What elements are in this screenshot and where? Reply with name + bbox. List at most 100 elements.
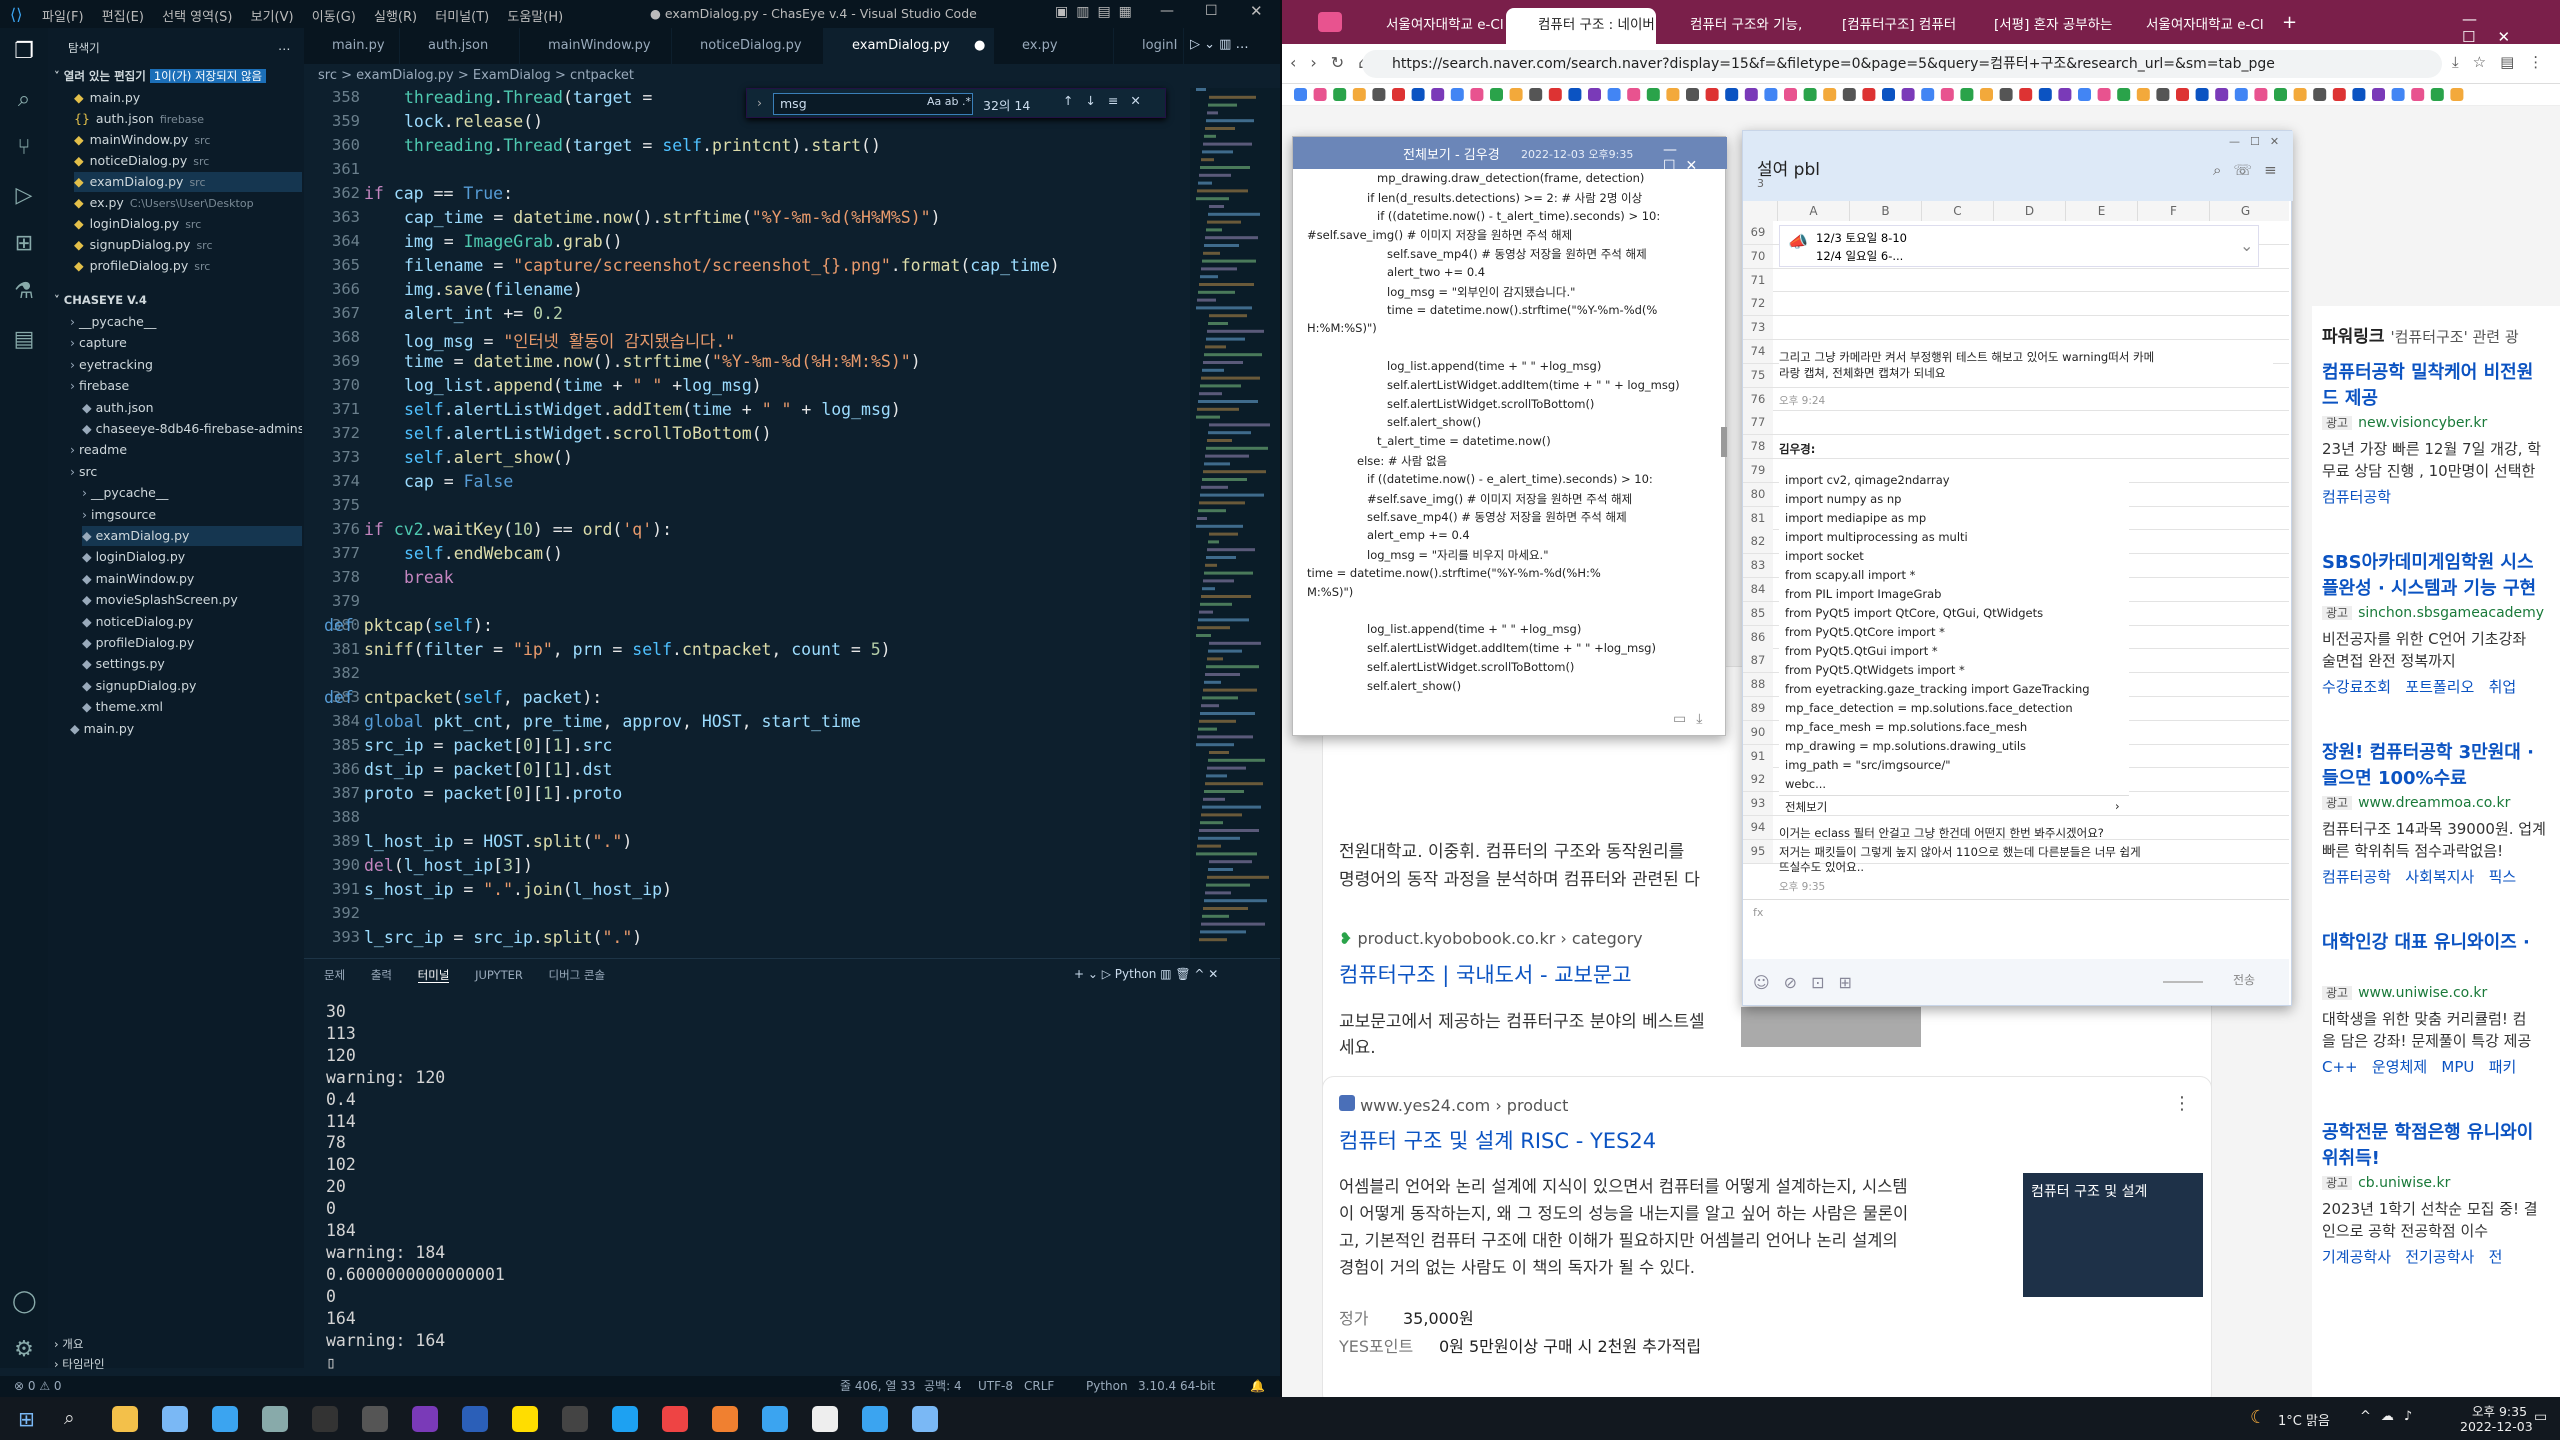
taskbar-app-icon[interactable] [712, 1406, 738, 1432]
open-editor-item[interactable]: ◆ noticeDialog.py src [74, 151, 302, 171]
bookmark-icon[interactable] [1705, 88, 1719, 101]
tab-jupyter[interactable]: JUPYTER [475, 968, 523, 982]
browser-profile-icon[interactable] [1318, 12, 1342, 32]
bookmark-icon[interactable] [1627, 88, 1641, 101]
taskbar-app-icon[interactable] [612, 1406, 638, 1432]
bookmark-icon[interactable] [2019, 88, 2033, 101]
bookmark-icon[interactable] [2117, 88, 2131, 101]
tree-item[interactable]: › imgsource [82, 505, 302, 525]
terminal-cursor[interactable]: ▯ [326, 1352, 505, 1374]
ad-title-2[interactable]: 플완성 · 시스템과 기능 구현 [2322, 574, 2536, 600]
start-icon[interactable]: ⊞ [18, 1407, 35, 1431]
browser-window-controls[interactable]: —☐✕ [2462, 10, 2560, 46]
fullview-content[interactable]: mp_drawing.draw_detection(frame, detecti… [1293, 171, 1713, 697]
account-icon[interactable]: ◯ [12, 1290, 37, 1314]
tab-main[interactable]: main.py [304, 28, 400, 64]
bookmark-icon[interactable] [2293, 88, 2307, 101]
minimize-icon[interactable]: — [1160, 3, 1174, 19]
bookmark-icon[interactable] [1548, 88, 1562, 101]
browser-tab-1[interactable]: 서울여자대학교 e-Cl [1354, 8, 1504, 44]
find-toggle-icon[interactable]: › [757, 95, 762, 110]
settings-gear-icon[interactable]: ⚙ [12, 1338, 36, 1362]
project-header[interactable]: ˅ CHASEYE V.4 [54, 290, 147, 310]
emoji-file-capture-icons[interactable]: ☺⊘⊡⊞ [1753, 973, 1866, 992]
bookmark-icon[interactable] [1686, 88, 1699, 101]
taskbar-app-icon[interactable] [912, 1406, 938, 1432]
taskbar-app-icon[interactable] [362, 1406, 388, 1432]
ad-links[interactable]: 기계공학사 전기공학사 전 [2322, 1246, 2502, 1267]
ad-url[interactable]: 광고 www.uniwise.co.kr [2322, 984, 2487, 1001]
bookmark-icon[interactable] [1744, 88, 1758, 101]
bookmark-icon[interactable] [2313, 88, 2327, 101]
tab-output[interactable]: 출력 [371, 968, 392, 982]
run-icon[interactable]: ▷ ⌄ ▥ … [1190, 37, 1249, 52]
close-icon[interactable]: ✕ [1250, 2, 1263, 20]
bookmark-icon[interactable] [2136, 88, 2150, 101]
browser-tab-4[interactable]: [컴퓨터구조] 컴퓨터 [1810, 8, 1960, 44]
minimap[interactable] [1190, 88, 1280, 958]
ad-title-2[interactable]: 드 제공 [2322, 384, 2378, 410]
bookmark-icon[interactable] [2078, 88, 2091, 101]
open-editor-item[interactable]: ◆ profileDialog.py src [74, 256, 302, 276]
outline-header[interactable]: › 개요 [54, 1334, 83, 1354]
taskbar-app-icon[interactable] [162, 1406, 188, 1432]
ad-title[interactable]: 장원! 컴퓨터공학 3만원대 · [2322, 738, 2534, 764]
new-tab-icon[interactable]: + [2282, 12, 2297, 33]
problems-status[interactable]: ⊗ 0 ⚠ 0 [14, 1376, 62, 1397]
tab-debug-console[interactable]: 디버그 콘솔 [549, 968, 606, 982]
code-editor[interactable]: 358 359 360 361 362 363 364 365 366 367 368 369 370 3… [304, 88, 1280, 958]
tree-item[interactable]: › eyetracking [70, 355, 290, 375]
bookmark-icon[interactable] [2234, 88, 2248, 101]
ad-url[interactable]: 광고 new.visioncyber.kr [2322, 414, 2487, 431]
yes24-site[interactable]: www.yes24.com › product [1339, 1095, 1568, 1115]
terminal-controls[interactable]: + ⌄ ▷ Python ▥ 🗑 ^ ✕ [1074, 967, 1218, 981]
terminal-output[interactable]: 30 113 120 warning: 120 0.4 114 78 102 20 0 184 war… [326, 1001, 505, 1373]
browser-tab-2[interactable]: 컴퓨터 구조 : 네이버 [1506, 8, 1656, 44]
book-cover-image[interactable]: 컴퓨터 구조 및 설계 [2023, 1173, 2203, 1297]
bookmark-icon[interactable] [2215, 88, 2229, 101]
fullview-controls[interactable]: —☐✕ [1663, 142, 1727, 174]
find-options[interactable]: Aa ab .* [927, 95, 971, 108]
indent-status[interactable]: 공백: 4 [924, 1376, 962, 1397]
more-actions-icon[interactable]: … [278, 36, 291, 56]
tab-problems[interactable]: 문제 [324, 968, 345, 982]
bookmark-icon[interactable] [1333, 88, 1347, 101]
ad-url[interactable]: 광고 www.dreammoa.co.kr [2322, 794, 2510, 811]
ad-links[interactable]: 수강료조회 포트폴리오 취업 [2322, 676, 2516, 697]
bookmark-icon[interactable] [1725, 88, 1739, 101]
bookmark-icon[interactable] [1529, 88, 1543, 101]
menu-run[interactable]: 실행(R) [374, 10, 417, 25]
taskbar-app-icon[interactable] [262, 1406, 288, 1432]
tab-auth[interactable]: auth.json [400, 28, 520, 64]
taskbar-app-icon[interactable] [662, 1406, 688, 1432]
bookmark-icon[interactable] [1411, 88, 1425, 101]
chat-window-controls[interactable]: —☐✕ [2229, 135, 2289, 148]
url-input[interactable]: https://search.naver.com/search.naver?di… [1362, 50, 2442, 78]
extensions-icon[interactable]: ⊞ [12, 232, 36, 256]
tree-item[interactable]: › __pycache__ [70, 312, 290, 332]
bookmark-icon[interactable] [2097, 88, 2111, 101]
yes24-title[interactable]: 컴퓨터 구조 및 설계 RISC - YES24 [1339, 1125, 1656, 1155]
bookmark-icon[interactable] [1999, 88, 2013, 101]
taskbar-app-icon[interactable] [812, 1406, 838, 1432]
tree-item[interactable]: ◆ signupDialog.py [82, 676, 302, 696]
bookmark-icon[interactable] [1842, 88, 1856, 101]
bookmark-icon[interactable] [1940, 88, 1954, 101]
bookmark-icon[interactable] [1450, 88, 1464, 101]
bookmark-icon[interactable] [1431, 88, 1445, 101]
bookmark-icon[interactable] [1392, 88, 1405, 101]
menu-help[interactable]: 도움말(H) [507, 10, 563, 25]
tree-item[interactable]: ◆ examDialog.py [82, 526, 302, 546]
bookmark-icon[interactable] [1784, 88, 1797, 101]
bookmark-icon[interactable] [2176, 88, 2189, 101]
tree-item[interactable]: ◆ noticeDialog.py [82, 612, 302, 632]
tab-login[interactable]: loginI [1114, 28, 1184, 64]
view-all-link[interactable]: 전체보기 › [1779, 795, 2129, 815]
menu-view[interactable]: 보기(V) [251, 10, 294, 25]
code-message-bubble[interactable]: import cv2, qimage2ndarray import numpy a… [1779, 467, 2129, 793]
ad-title-2[interactable]: 위취득! [2322, 1144, 2380, 1170]
tree-item[interactable]: › __pycache__ [82, 483, 302, 503]
explorer-icon[interactable]: ❐ [12, 40, 36, 64]
notification-icon[interactable]: ▭ [2534, 1409, 2547, 1425]
bookmark-icon[interactable] [1960, 88, 1974, 101]
